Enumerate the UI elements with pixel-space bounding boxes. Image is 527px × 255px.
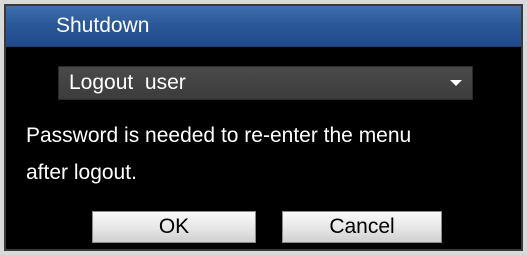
chevron-down-icon[interactable]	[450, 80, 462, 86]
info-message-line-1: Password is needed to re-enter the menu	[26, 124, 412, 147]
title-bar[interactable]: Shutdown	[6, 6, 521, 47]
dialog-title: Shutdown	[56, 14, 150, 37]
shutdown-mode-value: Logout user	[69, 71, 186, 94]
shutdown-dialog: Shutdown Logout user Password is needed …	[4, 4, 523, 251]
cancel-button[interactable]: Cancel	[282, 211, 442, 243]
ok-button[interactable]: OK	[92, 211, 256, 243]
info-message-line-2: after logout.	[26, 161, 137, 184]
info-message: Password is needed to re-enter the menu …	[26, 117, 516, 191]
shutdown-mode-select[interactable]: Logout user	[58, 66, 473, 100]
